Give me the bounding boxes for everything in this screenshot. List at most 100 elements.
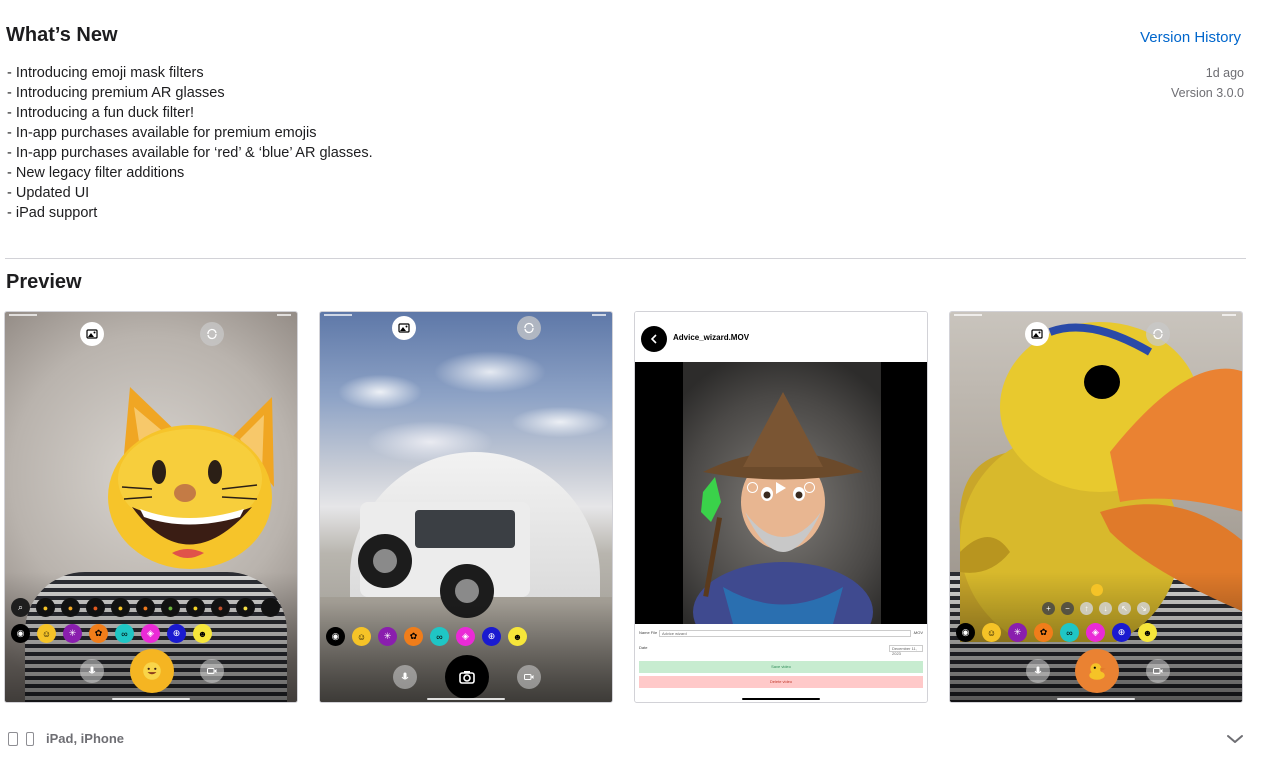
microphone-icon[interactable] <box>393 665 417 689</box>
date-picker[interactable]: December 11, 2023 <box>889 645 923 656</box>
camera-shutter-button[interactable] <box>445 655 489 699</box>
arrow-down-icon[interactable]: ↓ <box>1099 602 1112 615</box>
capture-emoji-button[interactable] <box>130 649 174 693</box>
flower-filter-icon[interactable]: ✿ <box>89 624 108 643</box>
release-note: - iPad support <box>7 205 98 221</box>
glasses-filter-icon[interactable]: ∞ <box>1060 623 1079 642</box>
zoom-out-icon[interactable]: − <box>1061 602 1074 615</box>
screenshot-duck-filter[interactable]: + − ↑ ↓ ↖ ↘ ◉ ☺ ✳ ✿ ∞ ◈ ⊕ ☻ <box>949 311 1243 703</box>
video-controls <box>635 482 927 494</box>
flip-camera-icon[interactable] <box>200 322 224 346</box>
video-player[interactable] <box>635 362 927 624</box>
release-note: - In-app purchases available for ‘red’ &… <box>7 145 373 161</box>
camera-mode-icon[interactable]: ◉ <box>326 627 345 646</box>
glasses-filter-icon[interactable]: ∞ <box>430 627 449 646</box>
chevron-down-icon[interactable] <box>1226 733 1244 745</box>
screenshot-wizard-video[interactable]: Advice_wizard.MOV Name File Advice wizar… <box>634 311 928 703</box>
date-label: Date <box>639 645 648 650</box>
version-history-link[interactable]: Version History <box>1140 29 1241 46</box>
sticker-filter-icon[interactable]: ◈ <box>1086 623 1105 642</box>
flip-camera-icon[interactable] <box>517 316 541 340</box>
release-note: - Introducing premium AR glasses <box>7 85 225 101</box>
globe-filter-icon[interactable]: ⊕ <box>167 624 186 643</box>
screenshot-cat-filter[interactable]: ⌕ ● ● ● ● ● ● ● ● ● ◉ ☺ ✳ ✿ ∞ ◈ ⊕ ☻ <box>4 311 298 703</box>
back-button[interactable] <box>641 326 667 352</box>
status-bar <box>635 312 927 318</box>
release-note: - Introducing emoji mask filters <box>7 65 204 81</box>
video-icon[interactable] <box>200 659 224 683</box>
video-title: Advice_wizard.MOV <box>673 333 750 342</box>
arrow-down-right-icon[interactable]: ↘ <box>1137 602 1150 615</box>
smiley-filter-icon[interactable]: ☺ <box>982 623 1001 642</box>
release-notes-list: - Introducing emoji mask filters - Intro… <box>7 63 373 223</box>
sparkle-filter-icon[interactable]: ✳ <box>63 624 82 643</box>
cat-filter-icon[interactable]: ● <box>36 598 55 617</box>
ipad-icon <box>8 731 18 746</box>
home-indicator <box>112 698 190 700</box>
arrow-up-left-icon[interactable]: ↖ <box>1118 602 1131 615</box>
emoji-filter-row: ◉ ☺ ✳ ✿ ∞ ◈ ⊕ ☻ <box>326 627 527 646</box>
preview-heading: Preview <box>6 271 82 293</box>
skip-back-icon[interactable] <box>747 482 758 493</box>
app-store-page: What’s New Version History - Introducing… <box>0 0 1273 762</box>
camera-icon <box>459 671 475 684</box>
sparkle-filter-icon[interactable]: ✳ <box>378 627 397 646</box>
microphone-icon[interactable] <box>1026 659 1050 683</box>
sparkle-filter-icon[interactable]: ✳ <box>1008 623 1027 642</box>
video-icon[interactable] <box>517 665 541 689</box>
camera-mode-icon[interactable]: ◉ <box>956 623 975 642</box>
sticker-filter-icon[interactable]: ◈ <box>456 627 475 646</box>
arrow-up-icon[interactable]: ↑ <box>1080 602 1093 615</box>
smiley-filter-icon[interactable]: ☻ <box>1138 623 1157 642</box>
flower-filter-icon[interactable]: ✿ <box>404 627 423 646</box>
jeep-window <box>415 510 515 548</box>
gallery-icon[interactable] <box>80 322 104 346</box>
gallery-icon[interactable] <box>392 316 416 340</box>
zoom-icon[interactable]: ⌕ <box>11 598 30 617</box>
release-note: - New legacy filter additions <box>7 165 185 181</box>
flower-filter-icon[interactable]: ✿ <box>1034 623 1053 642</box>
bell-filter-icon[interactable]: ● <box>186 598 205 617</box>
play-icon[interactable] <box>776 482 786 494</box>
cat-filter-icon[interactable]: ● <box>111 598 130 617</box>
smiley-filter-icon[interactable]: ☻ <box>508 627 527 646</box>
devil-filter-icon[interactable]: ● <box>211 598 230 617</box>
frog-filter-icon[interactable]: ● <box>161 598 180 617</box>
status-bar <box>320 312 612 318</box>
gallery-icon[interactable] <box>1025 322 1049 346</box>
save-video-button[interactable]: Save video <box>639 661 923 673</box>
cat-filter-icon[interactable]: ● <box>136 598 155 617</box>
filter-icon[interactable] <box>261 598 280 617</box>
devices-label: iPad, iPhone <box>46 731 125 746</box>
microphone-icon[interactable] <box>80 659 104 683</box>
smiley-filter-icon[interactable]: ☺ <box>352 627 371 646</box>
video-icon[interactable] <box>1146 659 1170 683</box>
camera-mode-icon[interactable]: ◉ <box>11 624 30 643</box>
devil-filter-icon[interactable]: ● <box>86 598 105 617</box>
clouds <box>320 332 612 472</box>
capture-duck-button[interactable] <box>1075 649 1119 693</box>
file-extension: .MOV <box>912 630 923 635</box>
skip-forward-icon[interactable] <box>804 482 815 493</box>
zoom-in-icon[interactable]: + <box>1042 602 1055 615</box>
chick-filter-icon[interactable]: ● <box>236 598 255 617</box>
flip-camera-icon[interactable] <box>1146 322 1170 346</box>
home-indicator <box>427 698 505 700</box>
video-header: Advice_wizard.MOV <box>635 320 927 360</box>
release-meta: 1d ago Version 3.0.0 <box>1171 63 1244 103</box>
glasses-filter-icon[interactable]: ∞ <box>115 624 134 643</box>
globe-filter-icon[interactable]: ⊕ <box>1112 623 1131 642</box>
duck-selector-icon[interactable] <box>1091 584 1103 596</box>
status-bar <box>5 312 297 318</box>
iphone-icon <box>26 731 34 746</box>
smiley-filter-icon[interactable]: ☻ <box>193 624 212 643</box>
screenshot-jeep-photo[interactable]: ◉ ☺ ✳ ✿ ∞ ◈ ⊕ ☻ <box>319 311 613 703</box>
delete-video-button[interactable]: Delete video <box>639 676 923 688</box>
name-file-input[interactable]: Advice wizard <box>659 630 911 637</box>
smiley-filter-icon[interactable]: ☺ <box>37 624 56 643</box>
emoji-filter-row: ◉ ☺ ✳ ✿ ∞ ◈ ⊕ ☻ <box>956 623 1157 642</box>
release-version: Version 3.0.0 <box>1171 86 1244 100</box>
sticker-filter-icon[interactable]: ◈ <box>141 624 160 643</box>
cat-filter-icon[interactable]: ● <box>61 598 80 617</box>
globe-filter-icon[interactable]: ⊕ <box>482 627 501 646</box>
